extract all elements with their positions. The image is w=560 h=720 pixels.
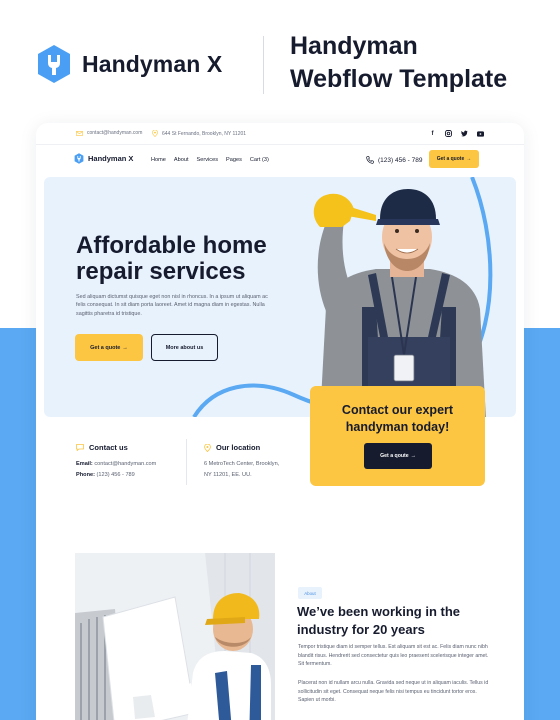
- contact-email-value: contact@handyman.com: [94, 461, 157, 467]
- expert-get-quote-label: Get a qoute: [380, 453, 409, 459]
- nav-phone[interactable]: (123) 456 - 789: [366, 156, 422, 164]
- main-nav: Handyman X Home About Services Pages Car…: [36, 145, 524, 177]
- contact-phone-value: (123) 456 - 789: [96, 472, 135, 478]
- mail-icon: [76, 130, 83, 136]
- topbar-email[interactable]: contact@handyman.com: [76, 130, 142, 136]
- nav-link-cart[interactable]: Cart (3): [250, 157, 269, 163]
- nav-phone-text: (123) 456 - 789: [378, 156, 423, 164]
- contact-phone-line[interactable]: Phone: (123) 456 - 789: [76, 470, 135, 481]
- topbar-address-text: 644 St Fernando, Brooklyn, NY 11201: [162, 130, 247, 137]
- nav-link-about[interactable]: About: [174, 157, 189, 163]
- contact-phone-label: Phone:: [76, 472, 95, 478]
- youtube-icon[interactable]: [477, 130, 484, 137]
- chat-icon: [76, 444, 84, 451]
- brand-title: Handyman Webflow Template: [290, 30, 507, 96]
- hero-more-about-button[interactable]: More about us: [151, 334, 218, 361]
- handyman-photo: [313, 189, 486, 417]
- nav-links: Home About Services Pages Cart (3): [151, 157, 269, 163]
- our-location-title: Our location: [216, 443, 261, 452]
- phone-icon: [366, 156, 374, 164]
- nav-link-pages[interactable]: Pages: [226, 157, 242, 163]
- brand-divider: [263, 36, 264, 94]
- location-line1: 6 MetroTech Center, Brooklyn,: [204, 461, 280, 467]
- topbar-address: 644 St Fernando, Brooklyn, NY 11201: [152, 130, 246, 137]
- arrow-right-icon: →: [122, 344, 128, 351]
- hero-get-quote-button[interactable]: Get a quote →: [75, 334, 143, 361]
- brand-title-line1: Handyman: [290, 32, 418, 60]
- social-links: f: [429, 130, 484, 137]
- contact-expert-title: Contact our expert handyman today!: [341, 403, 454, 434]
- contact-email-line[interactable]: Email: contact@handyman.com: [76, 459, 156, 470]
- hero-get-quote-label: Get a quote: [90, 344, 121, 351]
- site-preview-card: contact@handyman.com 644 St Fernando, Br…: [36, 123, 524, 720]
- brand-header: Handyman X: [36, 44, 222, 84]
- handyman-logo-icon: [74, 153, 84, 164]
- location-line2: NY 11201, EE. UU.: [204, 472, 252, 478]
- contact-us-heading: Contact us: [76, 443, 128, 452]
- contact-expert-box: Contact our expert handyman today! Get a…: [310, 386, 485, 486]
- location-pin-icon: [152, 130, 158, 137]
- expert-get-quote-button[interactable]: Get a qoute →: [364, 443, 432, 469]
- location-pin-icon: [204, 443, 211, 452]
- our-location-heading: Our location: [204, 443, 260, 452]
- nav-get-quote-label: Get a quote: [436, 156, 465, 162]
- about-paragraph-1: Tempor tristique diam id semper tellus. …: [298, 644, 489, 668]
- contact-us-title: Contact us: [89, 443, 128, 452]
- nav-link-home[interactable]: Home: [151, 157, 166, 163]
- nav-logo-text: Handyman X: [88, 154, 134, 163]
- brand-title-line2: Webflow Template: [290, 65, 508, 93]
- hero-text: Sed aliquam dictumst quisque eget non ni…: [76, 294, 268, 317]
- instagram-icon[interactable]: [445, 130, 452, 137]
- about-badge: About: [298, 587, 322, 599]
- nav-get-quote-button[interactable]: Get a quote →: [429, 150, 479, 168]
- facebook-icon[interactable]: f: [429, 130, 436, 137]
- brand-name: Handyman X: [82, 50, 223, 77]
- contact-email-label: Email:: [76, 461, 93, 467]
- about-title: We’ve been working in the industry for 2…: [297, 604, 461, 637]
- hero-section: Affordable home repair services Sed aliq…: [44, 177, 516, 417]
- about-paragraph-2: Placerat non id nullam arcu nulla. Gravi…: [298, 680, 489, 704]
- nav-logo[interactable]: Handyman X: [74, 153, 133, 164]
- contact-divider: [186, 439, 187, 485]
- top-bar: contact@handyman.com 644 St Fernando, Br…: [36, 123, 524, 145]
- handyman-logo-icon: [38, 45, 70, 83]
- hero-more-about-label: More about us: [165, 344, 204, 351]
- arrow-right-icon: →: [410, 453, 416, 459]
- topbar-email-text: contact@handyman.com: [87, 130, 143, 136]
- twitter-icon[interactable]: [461, 130, 468, 137]
- nav-link-services[interactable]: Services: [197, 157, 218, 163]
- about-worker-photo: [75, 553, 275, 720]
- arrow-right-icon: →: [466, 156, 472, 162]
- hero-title: Affordable home repair services: [76, 232, 267, 285]
